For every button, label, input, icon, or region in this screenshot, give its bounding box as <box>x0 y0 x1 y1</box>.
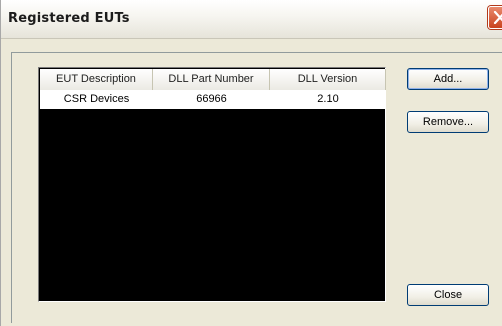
close-button[interactable]: Close <box>407 284 489 306</box>
cell-dll-part-number: 66966 <box>196 93 227 105</box>
eut-list[interactable]: EUT Description DLL Part Number DLL Vers… <box>38 67 386 302</box>
column-header-dll-version[interactable]: DLL Version <box>270 69 386 90</box>
title-bar: Registered EUTs <box>1 0 502 39</box>
cell-dll-version: 2.10 <box>317 93 339 105</box>
remove-button[interactable]: Remove... <box>407 111 489 133</box>
window-close-button[interactable] <box>488 6 502 29</box>
close-icon <box>493 11 502 24</box>
cell-eut-description: CSR Devices <box>63 93 130 105</box>
column-header-dll-part-number[interactable]: DLL Part Number <box>153 69 270 90</box>
table-row[interactable]: CSR Devices 66966 2.10 <box>40 90 386 109</box>
add-button[interactable]: Add... <box>407 68 489 90</box>
column-header-eut-description[interactable]: EUT Description <box>40 69 153 90</box>
registered-euts-dialog: Registered EUTs EUT Description DLL Part… <box>0 0 502 326</box>
window-title: Registered EUTs <box>8 11 130 26</box>
list-header: EUT Description DLL Part Number DLL Vers… <box>40 69 386 91</box>
